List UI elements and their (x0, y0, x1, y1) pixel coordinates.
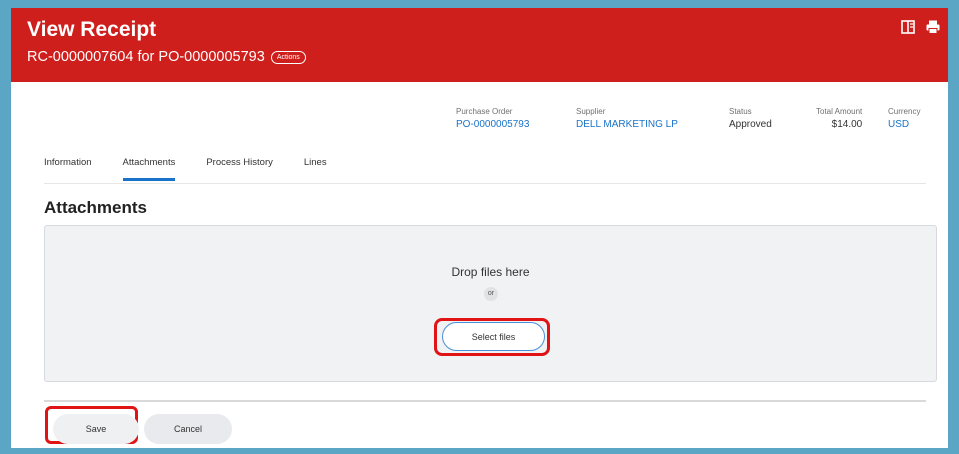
currency-label: Currency (888, 107, 921, 116)
tab-lines[interactable]: Lines (304, 157, 327, 181)
currency-link[interactable]: USD (888, 119, 920, 130)
tab-information[interactable]: Information (44, 157, 92, 181)
page-subtitle: RC-0000007604 for PO-0000005793 Actions (27, 49, 306, 65)
total-amount-label: Total Amount (816, 107, 863, 116)
tab-divider (44, 183, 926, 184)
footer-divider (44, 400, 926, 402)
supplier-link[interactable]: DELL MARKETING LP (576, 119, 678, 130)
status-value: Approved (729, 119, 772, 130)
tab-bar: Information Attachments Process History … (44, 157, 358, 181)
split-view-icon[interactable] (901, 20, 915, 34)
drop-files-text: Drop files here (451, 265, 530, 279)
purchase-order-link[interactable]: PO-0000005793 (456, 119, 529, 130)
select-files-button[interactable]: Select files (442, 322, 545, 351)
window-frame: View Receipt RC-0000007604 for PO-000000… (0, 0, 959, 454)
total-amount-summary: Total Amount $14.00 (816, 107, 862, 130)
save-button[interactable]: Save (53, 414, 139, 444)
status-summary: Status Approved (729, 107, 772, 130)
page-title: View Receipt (27, 18, 157, 41)
supplier-summary: Supplier DELL MARKETING LP (576, 107, 678, 130)
page-header: View Receipt RC-0000007604 for PO-000000… (11, 8, 948, 82)
purchase-order-summary: Purchase Order PO-0000005793 (456, 107, 529, 130)
file-drop-zone[interactable]: Drop files here or Select files (44, 225, 937, 382)
total-amount-value: $14.00 (831, 119, 863, 130)
purchase-order-label: Purchase Order (456, 107, 513, 116)
or-separator: or (484, 287, 498, 301)
attachments-heading: Attachments (44, 198, 147, 217)
cancel-button[interactable]: Cancel (144, 414, 232, 444)
receipt-reference: RC-0000007604 for PO-0000005793 (27, 49, 265, 65)
actions-button[interactable]: Actions (270, 50, 306, 64)
print-icon[interactable] (926, 20, 940, 34)
status-label: Status (729, 107, 752, 116)
currency-summary: Currency USD (888, 107, 920, 130)
tab-process-history[interactable]: Process History (206, 157, 273, 181)
supplier-label: Supplier (576, 107, 606, 116)
tab-attachments[interactable]: Attachments (122, 157, 176, 181)
